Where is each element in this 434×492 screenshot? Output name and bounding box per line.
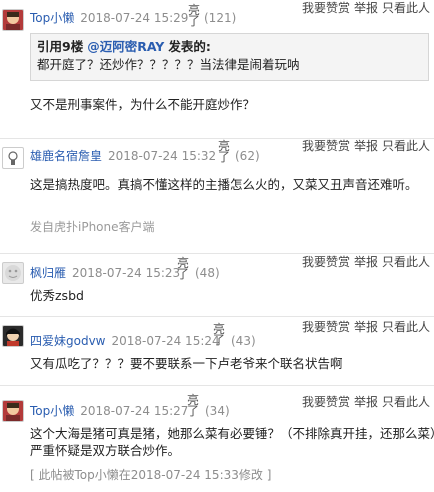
post-date: 2018-07-24 15:29 xyxy=(80,11,189,25)
tip-link[interactable]: 我要赞赏 xyxy=(302,320,350,334)
report-link[interactable]: 举报 xyxy=(354,139,378,153)
like-button[interactable]: 亮了 xyxy=(187,4,201,27)
report-link[interactable]: 举报 xyxy=(354,255,378,269)
tip-link[interactable]: 我要赞赏 xyxy=(302,139,350,153)
like-button[interactable]: 亮了 xyxy=(176,257,190,280)
post-date: 2018-07-24 15:23 xyxy=(72,266,181,280)
tip-link[interactable]: 我要赞赏 xyxy=(302,255,350,269)
post-date: 2018-07-24 15:27 xyxy=(80,404,189,418)
only-this-user-link[interactable]: 只看此人 xyxy=(382,1,430,15)
post-actions: 我要赞赏 举报 只看此人 xyxy=(298,320,430,334)
divider xyxy=(0,385,434,386)
like-count: (48) xyxy=(195,266,220,280)
quote-text: 都开庭了？还炒作？？？？？当法律是闹着玩呐 xyxy=(37,57,300,72)
username-link[interactable]: Top小懒 xyxy=(30,11,74,25)
only-this-user-link[interactable]: 只看此人 xyxy=(382,395,430,409)
post-meta: Top小懒 2018-07-24 15:27 xyxy=(30,400,188,422)
post-meta: Top小懒 2018-07-24 15:29 xyxy=(30,7,188,29)
post-date: 2018-07-24 15:32 xyxy=(108,149,217,163)
like-count: (62) xyxy=(235,149,260,163)
username-link[interactable]: 雄鹿名宿詹皇 xyxy=(30,149,102,163)
only-this-user-link[interactable]: 只看此人 xyxy=(382,320,430,334)
like-count: (34) xyxy=(205,404,230,418)
avatar[interactable] xyxy=(2,147,24,169)
quote-block: 引用9楼 @迈阿密RAY 发表的: 都开庭了？还炒作？？？？？当法律是闹着玩呐 xyxy=(30,33,429,81)
post-content: 又不是刑事案件，为什么不能开庭炒作？ xyxy=(30,97,256,112)
post-source: 发自虎扑iPhone客户端 xyxy=(30,220,155,234)
post-date: 2018-07-24 15:24 xyxy=(111,334,220,348)
post-content-line: 这个大海是猪可真是猪，她那么菜有必要锤？（不排除真开挂，还那么菜） xyxy=(30,426,434,441)
quote-user-link[interactable]: @迈阿密RAY xyxy=(87,39,164,54)
report-link[interactable]: 举报 xyxy=(354,320,378,334)
tip-link[interactable]: 我要赞赏 xyxy=(302,1,350,15)
report-link[interactable]: 举报 xyxy=(354,1,378,15)
avatar[interactable] xyxy=(2,400,24,422)
post-actions: 我要赞赏 举报 只看此人 xyxy=(298,255,430,269)
post-meta: 四爱妹godvw 2018-07-24 15:24 xyxy=(30,330,220,352)
post-content: 这是搞热度吧。真搞不懂这样的主播怎么火的，又菜又丑声音还难听。 xyxy=(30,177,418,192)
username-link[interactable]: Top小懒 xyxy=(30,404,74,418)
post-actions: 我要赞赏 举报 只看此人 xyxy=(298,395,430,409)
avatar[interactable] xyxy=(2,325,24,347)
like-button[interactable]: 亮了 xyxy=(186,394,200,417)
divider xyxy=(0,316,434,317)
post-content: 又有瓜吃了？？？要不要联系一下卢老爷来个联名状告啊 xyxy=(30,356,343,371)
post-content-line: 严重怀疑是双方联合炒作。 xyxy=(30,443,181,458)
username-link[interactable]: 枫归雁 xyxy=(30,266,66,280)
quote-suffix: 发表的: xyxy=(168,39,211,54)
post-actions: 我要赞赏 举报 只看此人 xyxy=(298,1,430,15)
like-button[interactable]: 亮了 xyxy=(217,140,231,163)
quote-prefix: 引用9楼 xyxy=(37,39,84,54)
post-content: 优秀zsbd xyxy=(30,288,84,303)
report-link[interactable]: 举报 xyxy=(354,395,378,409)
post-actions: 我要赞赏 举报 只看此人 xyxy=(298,139,430,153)
post-meta: 枫归雁 2018-07-24 15:23 xyxy=(30,262,180,284)
username-link[interactable]: 四爱妹godvw xyxy=(30,334,106,348)
like-count: (43) xyxy=(231,334,256,348)
edit-note: [ 此帖被Top小懒在2018-07-24 15:33修改 ] xyxy=(30,468,272,482)
tip-link[interactable]: 我要赞赏 xyxy=(302,395,350,409)
only-this-user-link[interactable]: 只看此人 xyxy=(382,139,430,153)
avatar[interactable] xyxy=(2,9,24,31)
divider xyxy=(0,253,434,254)
only-this-user-link[interactable]: 只看此人 xyxy=(382,255,430,269)
like-button[interactable]: 亮了 xyxy=(212,323,226,346)
like-count: (121) xyxy=(204,11,237,25)
avatar[interactable] xyxy=(2,262,24,284)
post-meta: 雄鹿名宿詹皇 2018-07-24 15:32 xyxy=(30,145,216,167)
